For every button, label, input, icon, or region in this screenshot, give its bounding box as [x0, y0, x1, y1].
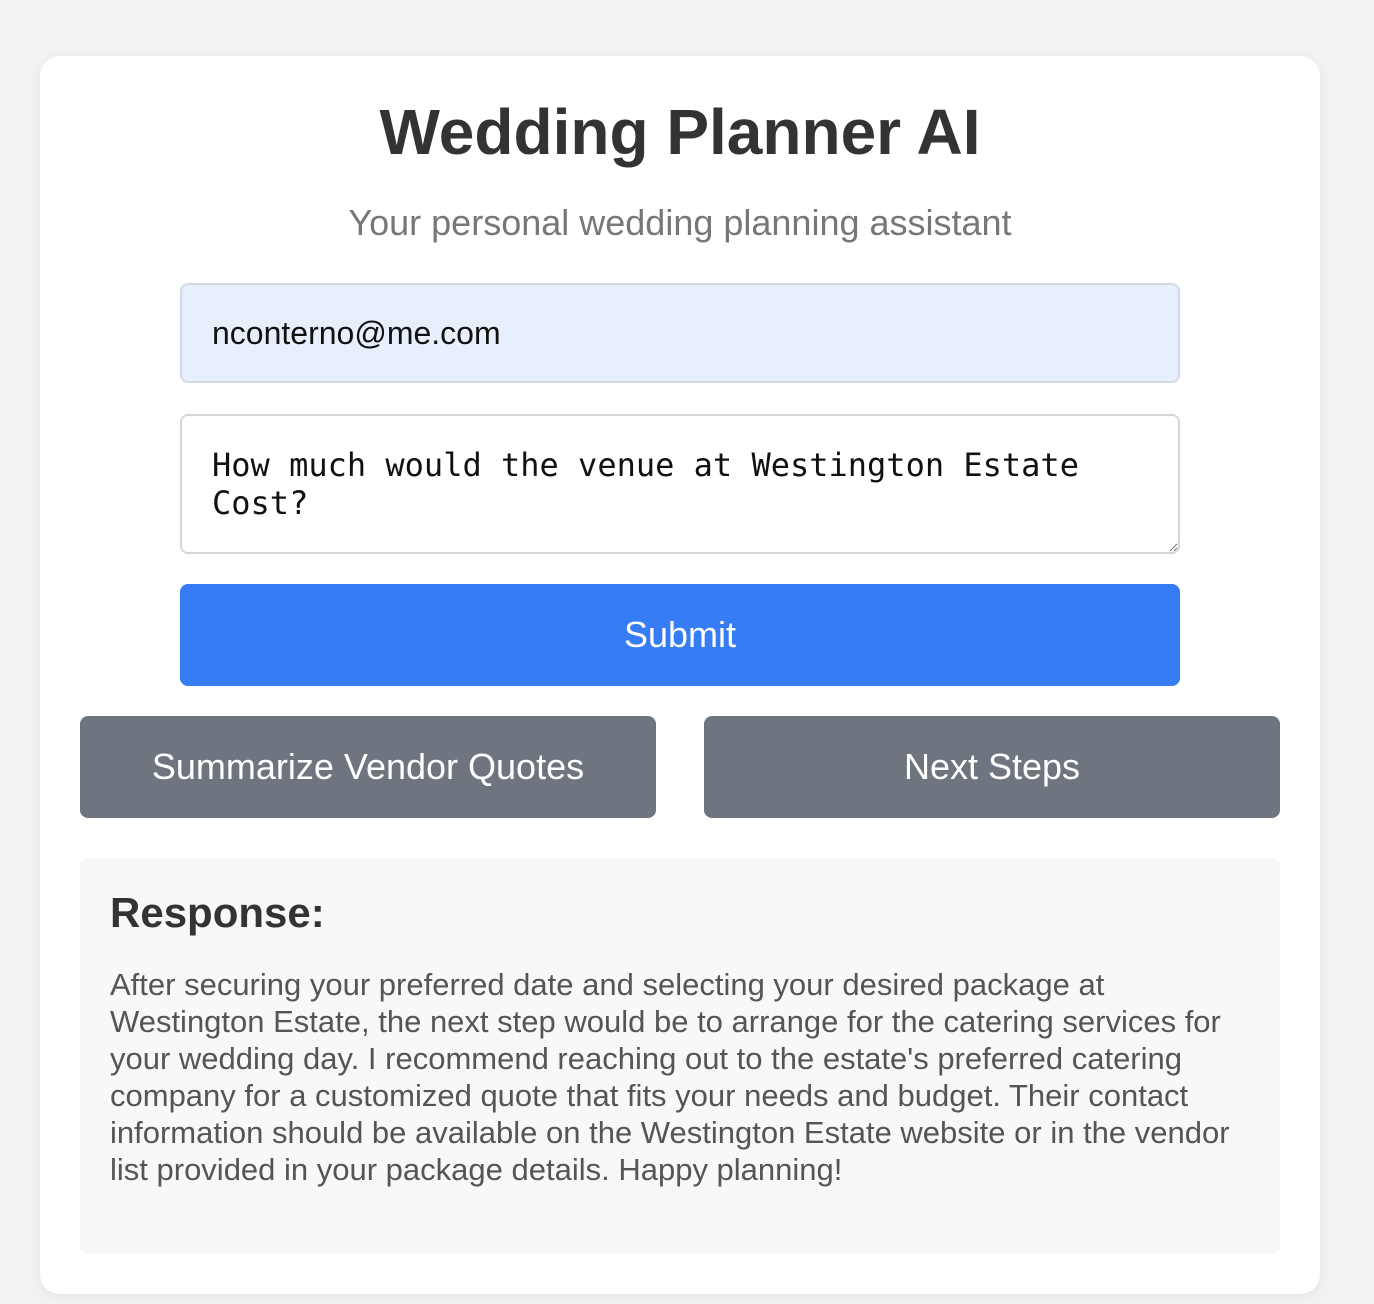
email-input[interactable] [180, 283, 1180, 383]
response-heading: Response: [110, 889, 325, 936]
response-panel: Response: After securing your preferred … [80, 858, 1280, 1254]
question-textarea[interactable]: How much would the venue at Westington E… [180, 414, 1180, 554]
page-subtitle: Your personal wedding planning assistant [348, 202, 1012, 243]
summarize-vendor-quotes-button[interactable]: Summarize Vendor Quotes [80, 716, 656, 818]
response-text: After securing your preferred date and s… [110, 967, 1230, 1187]
main-card: Wedding Planner AI Your personal wedding… [40, 56, 1320, 1294]
next-steps-button[interactable]: Next Steps [704, 716, 1280, 818]
submit-button[interactable]: Submit [180, 584, 1180, 686]
page-title: Wedding Planner AI [379, 96, 981, 168]
